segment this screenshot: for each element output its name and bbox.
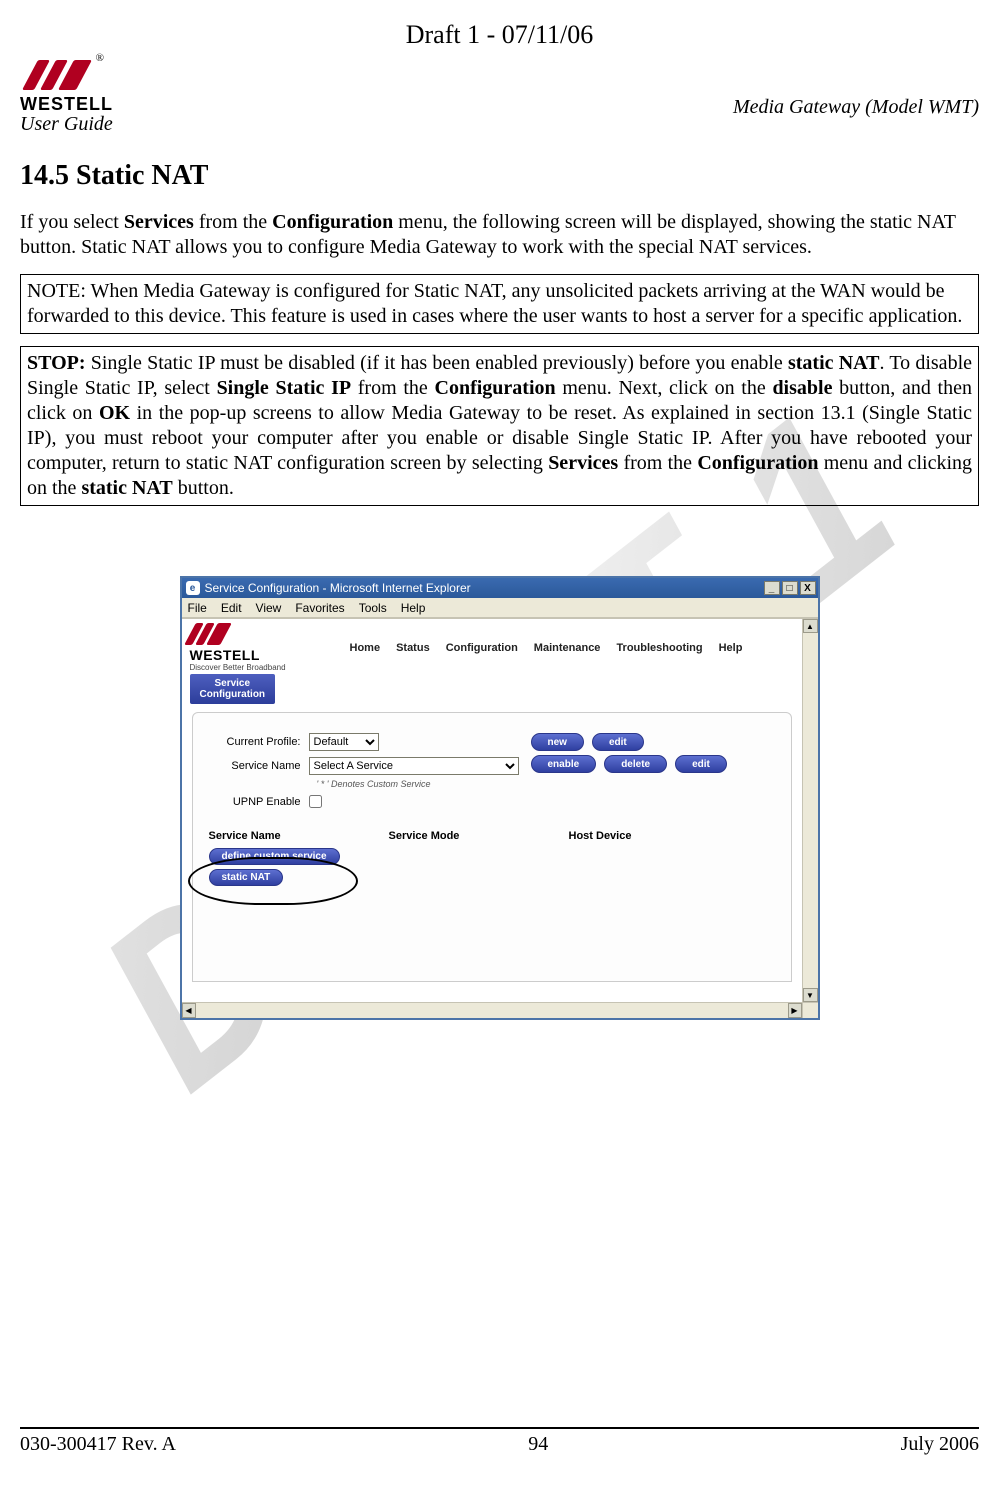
section-title: 14.5 Static NAT — [20, 160, 979, 192]
scroll-up-icon[interactable]: ▲ — [803, 619, 818, 633]
menu-tools[interactable]: Tools — [359, 601, 387, 615]
scroll-left-icon[interactable]: ◀ — [182, 1003, 196, 1018]
maximize-button[interactable]: □ — [782, 581, 798, 595]
service-name-label: Service Name — [209, 760, 309, 772]
col-host-device: Host Device — [569, 830, 775, 842]
edit-profile-button[interactable]: edit — [592, 733, 644, 751]
delete-service-button[interactable]: delete — [604, 755, 667, 773]
user-guide-label: User Guide — [20, 113, 113, 136]
nav-home[interactable]: Home — [350, 642, 381, 654]
enable-service-button[interactable]: enable — [531, 755, 597, 773]
col-service-mode: Service Mode — [389, 830, 569, 842]
westell-logo-mark: ® — [20, 56, 110, 92]
footer-rev: 030-300417 Rev. A — [20, 1433, 176, 1456]
menu-favorites[interactable]: Favorites — [295, 601, 344, 615]
intro-paragraph: If you select Services from the Configur… — [20, 210, 979, 260]
minimize-button[interactable]: _ — [764, 581, 780, 595]
registered-mark: ® — [96, 52, 104, 64]
top-nav: Home Status Configuration Maintenance Tr… — [350, 642, 743, 654]
window-titlebar[interactable]: e Service Configuration - Microsoft Inte… — [182, 578, 818, 598]
ie-icon: e — [186, 581, 200, 595]
footer-date: July 2006 — [901, 1433, 979, 1456]
nav-help[interactable]: Help — [719, 642, 743, 654]
footer-page-number: 94 — [528, 1433, 548, 1456]
browser-window: e Service Configuration - Microsoft Inte… — [180, 576, 820, 1020]
upnp-enable-checkbox[interactable] — [309, 795, 322, 808]
menu-help[interactable]: Help — [401, 601, 426, 615]
edit-service-button[interactable]: edit — [675, 755, 727, 773]
stop-box: STOP: Single Static IP must be disabled … — [20, 346, 979, 506]
nav-configuration[interactable]: Configuration — [446, 642, 518, 654]
service-name-select[interactable]: Select A Service — [309, 757, 519, 775]
scrollbar-corner — [802, 1002, 818, 1018]
new-profile-button[interactable]: new — [531, 733, 584, 751]
current-profile-label: Current Profile: — [209, 736, 309, 748]
horizontal-scrollbar[interactable]: ◀ ▶ — [182, 1002, 802, 1018]
menubar: File Edit View Favorites Tools Help — [182, 598, 818, 618]
service-configuration-tab[interactable]: Service Configuration — [190, 674, 276, 704]
nav-troubleshooting[interactable]: Troubleshooting — [616, 642, 702, 654]
app-logo: WESTELL Discover Better Broadband — [190, 623, 340, 672]
note-box: NOTE: When Media Gateway is configured f… — [20, 274, 979, 334]
draft-header: Draft 1 - 07/11/06 — [20, 20, 979, 50]
menu-file[interactable]: File — [188, 601, 207, 615]
static-nat-button[interactable]: static NAT — [209, 869, 284, 886]
scroll-down-icon[interactable]: ▼ — [803, 988, 818, 1002]
col-service-name: Service Name — [209, 830, 389, 842]
westell-logo-text: WESTELL — [20, 94, 113, 115]
westell-logo: ® WESTELL — [20, 56, 113, 115]
custom-service-footnote: ' * ' Denotes Custom Service — [317, 779, 431, 789]
scroll-right-icon[interactable]: ▶ — [788, 1003, 802, 1018]
service-config-panel: Current Profile: Default Service Name — [192, 712, 792, 982]
nav-maintenance[interactable]: Maintenance — [534, 642, 601, 654]
model-label: Media Gateway (Model WMT) — [733, 96, 979, 119]
window-title: Service Configuration - Microsoft Intern… — [205, 581, 471, 595]
nav-status[interactable]: Status — [396, 642, 430, 654]
close-button[interactable]: X — [800, 581, 816, 595]
menu-edit[interactable]: Edit — [221, 601, 242, 615]
menu-view[interactable]: View — [256, 601, 282, 615]
define-custom-service-button[interactable]: define custom service — [209, 848, 340, 865]
current-profile-select[interactable]: Default — [309, 733, 379, 751]
upnp-enable-label: UPNP Enable — [209, 796, 309, 808]
vertical-scrollbar[interactable]: ▲ ▼ — [802, 619, 818, 1002]
